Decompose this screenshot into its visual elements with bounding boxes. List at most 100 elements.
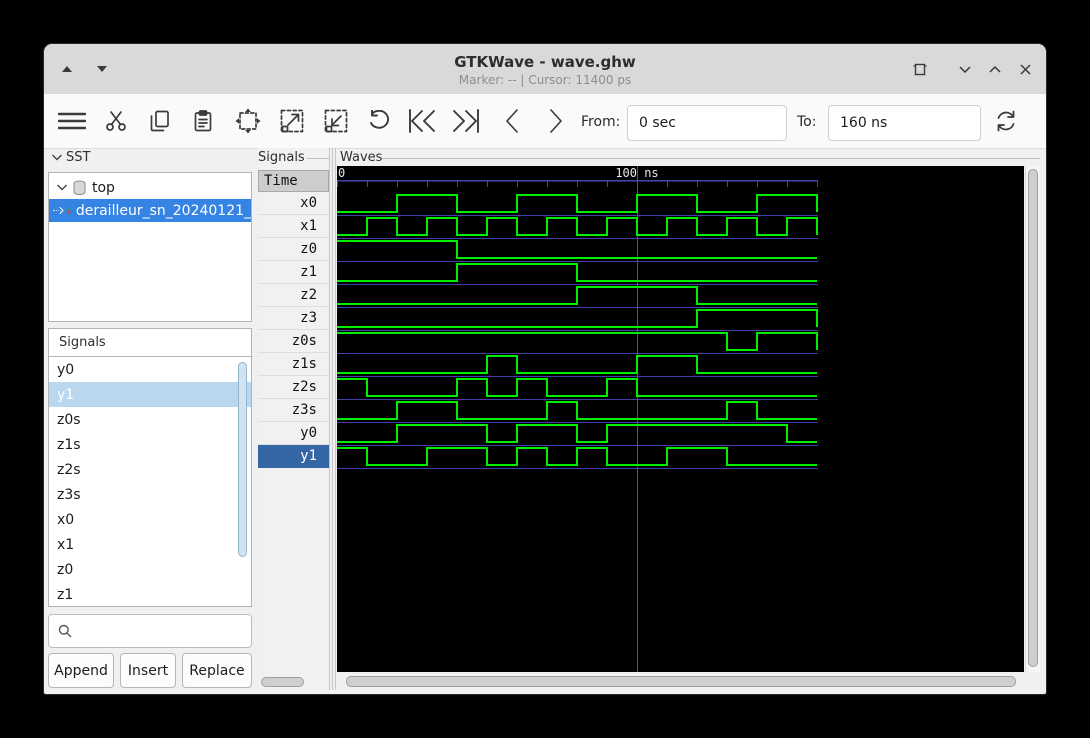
gtkwave-window: GTKWave - wave.ghw Marker: -- | Cursor: … xyxy=(44,44,1046,694)
wave-signal-name[interactable]: z0 xyxy=(258,238,329,261)
restore-button[interactable] xyxy=(909,58,931,80)
clipboard-paste-icon xyxy=(194,110,212,132)
pane-splitter[interactable] xyxy=(335,148,336,690)
scissors-icon xyxy=(106,111,126,131)
chevron-down-icon xyxy=(52,154,62,161)
step-back-button[interactable] xyxy=(494,102,530,140)
waves-hscrollbar-thumb[interactable] xyxy=(346,676,1016,687)
list-item[interactable]: z1s xyxy=(49,432,251,457)
chevron-right-icon xyxy=(550,109,562,133)
reload-icon xyxy=(997,110,1015,132)
waves-vscrollbar[interactable] xyxy=(1025,166,1040,672)
svg-text:0: 0 xyxy=(338,166,345,180)
cut-button[interactable] xyxy=(98,102,134,140)
copy-icon xyxy=(150,110,169,132)
list-item[interactable]: x1 xyxy=(49,532,251,557)
hamburger-menu-icon xyxy=(58,112,86,130)
sst-tree[interactable]: top derailleur_sn_20240121_ xyxy=(48,172,252,322)
undo-button[interactable] xyxy=(361,102,397,140)
search-icon xyxy=(58,624,72,638)
restore-icon xyxy=(913,63,927,75)
wave-signal-name[interactable]: z3 xyxy=(258,307,329,330)
waveform-canvas[interactable]: 0 100 ns xyxy=(337,166,1024,672)
wave-signal-name[interactable]: x0 xyxy=(258,192,329,215)
step-forward-button[interactable] xyxy=(538,102,574,140)
zoom-out-button[interactable] xyxy=(318,102,354,140)
list-item[interactable]: z1 xyxy=(49,582,251,606)
chevron-right-icon xyxy=(59,206,64,215)
to-label: To: xyxy=(797,114,817,130)
chevron-down-icon xyxy=(57,184,67,191)
names-hscrollbar[interactable] xyxy=(261,677,304,687)
scope-icon xyxy=(73,180,86,195)
list-item[interactable]: y0 xyxy=(49,357,251,382)
zoom-in-button[interactable] xyxy=(274,102,310,140)
append-button[interactable]: Append xyxy=(48,653,114,688)
skip-start-icon xyxy=(409,109,435,133)
roll-down-button[interactable] xyxy=(954,58,976,80)
waveform-traces: 0 100 ns xyxy=(337,166,818,672)
wave-signal-name[interactable]: z1 xyxy=(258,261,329,284)
menu-button[interactable] xyxy=(54,102,90,140)
signal-search-box[interactable] xyxy=(48,614,252,648)
wave-signal-name[interactable]: z0s xyxy=(258,330,329,353)
waves-frame-label: Waves xyxy=(340,150,383,165)
list-item[interactable]: z3s xyxy=(49,482,251,507)
skip-to-start-button[interactable] xyxy=(404,102,440,140)
wave-names-panel: Signals Time x0 x1 z0 z1 z2 z3 z0s z1s z2s z3s y0 y… xyxy=(258,148,330,690)
frame-line xyxy=(382,158,1040,159)
from-input[interactable]: 0 sec xyxy=(627,105,787,141)
list-item[interactable]: z0 xyxy=(49,557,251,582)
list-item[interactable]: z2s xyxy=(49,457,251,482)
module-icon xyxy=(66,207,72,214)
skip-to-end-button[interactable] xyxy=(448,102,484,140)
paste-button[interactable] xyxy=(185,102,221,140)
wave-name-rows: x0 x1 z0 z1 z2 z3 z0s z1s z2s z3s y0 y1 xyxy=(258,192,329,468)
waves-hscrollbar[interactable] xyxy=(338,672,1040,689)
to-input[interactable]: 160 ns xyxy=(828,105,981,141)
signal-list: y0 y1 z0s z1s z2s z3s x0 x1 z0 z1 xyxy=(49,357,251,606)
chevron-left-icon xyxy=(506,109,518,133)
reload-button[interactable] xyxy=(988,102,1024,140)
from-label: From: xyxy=(581,114,621,130)
list-item[interactable]: z0s xyxy=(49,407,251,432)
zoom-out-icon xyxy=(324,109,348,133)
titlebar[interactable]: GTKWave - wave.ghw Marker: -- | Cursor: … xyxy=(44,44,1046,95)
signal-list-scrollbar[interactable] xyxy=(238,362,247,557)
tree-item-top[interactable]: top xyxy=(55,176,251,199)
wave-signal-name[interactable]: z2 xyxy=(258,284,329,307)
tree-item-derailleur[interactable]: derailleur_sn_20240121_ xyxy=(49,199,251,222)
signal-list-header: Signals xyxy=(48,328,252,357)
time-header[interactable]: Time xyxy=(258,170,329,192)
wave-signal-name[interactable]: z3s xyxy=(258,399,329,422)
desktop-background: GTKWave - wave.ghw Marker: -- | Cursor: … xyxy=(0,0,1090,738)
wave-signal-name[interactable]: x1 xyxy=(258,215,329,238)
zoom-in-icon xyxy=(280,109,304,133)
copy-button[interactable] xyxy=(142,102,178,140)
toolbar: From: 0 sec To: 160 ns xyxy=(44,94,1046,149)
signal-list-box: y0 y1 z0s z1s z2s z3s x0 x1 z0 z1 xyxy=(48,356,252,607)
skip-end-icon xyxy=(453,109,479,133)
chevron-down-icon xyxy=(959,65,971,73)
close-button[interactable] xyxy=(1014,58,1036,80)
zoom-fit-button[interactable] xyxy=(230,102,266,140)
wave-signal-name[interactable]: z2s xyxy=(258,376,329,399)
close-icon xyxy=(1019,63,1031,75)
insert-button[interactable]: Insert xyxy=(120,653,176,688)
roll-up-button[interactable] xyxy=(984,58,1006,80)
chevron-up-icon xyxy=(989,65,1001,73)
wave-signal-name[interactable]: y1 xyxy=(258,445,329,468)
wave-signal-name[interactable]: z1s xyxy=(258,353,329,376)
list-item[interactable]: y1 xyxy=(49,382,251,407)
list-item[interactable]: x0 xyxy=(49,507,251,532)
sst-frame-label[interactable]: SST xyxy=(50,150,90,165)
signals-frame-label: Signals xyxy=(258,150,305,165)
pane-splitter[interactable] xyxy=(332,148,333,690)
window-title: GTKWave - wave.ghw xyxy=(454,53,636,71)
frame-line xyxy=(307,158,329,159)
replace-button[interactable]: Replace xyxy=(182,653,252,688)
undo-arrow-icon xyxy=(370,110,390,129)
wave-signal-name[interactable]: y0 xyxy=(258,422,329,445)
zoom-fit-icon xyxy=(235,108,261,134)
waves-vscrollbar-thumb[interactable] xyxy=(1028,169,1038,667)
